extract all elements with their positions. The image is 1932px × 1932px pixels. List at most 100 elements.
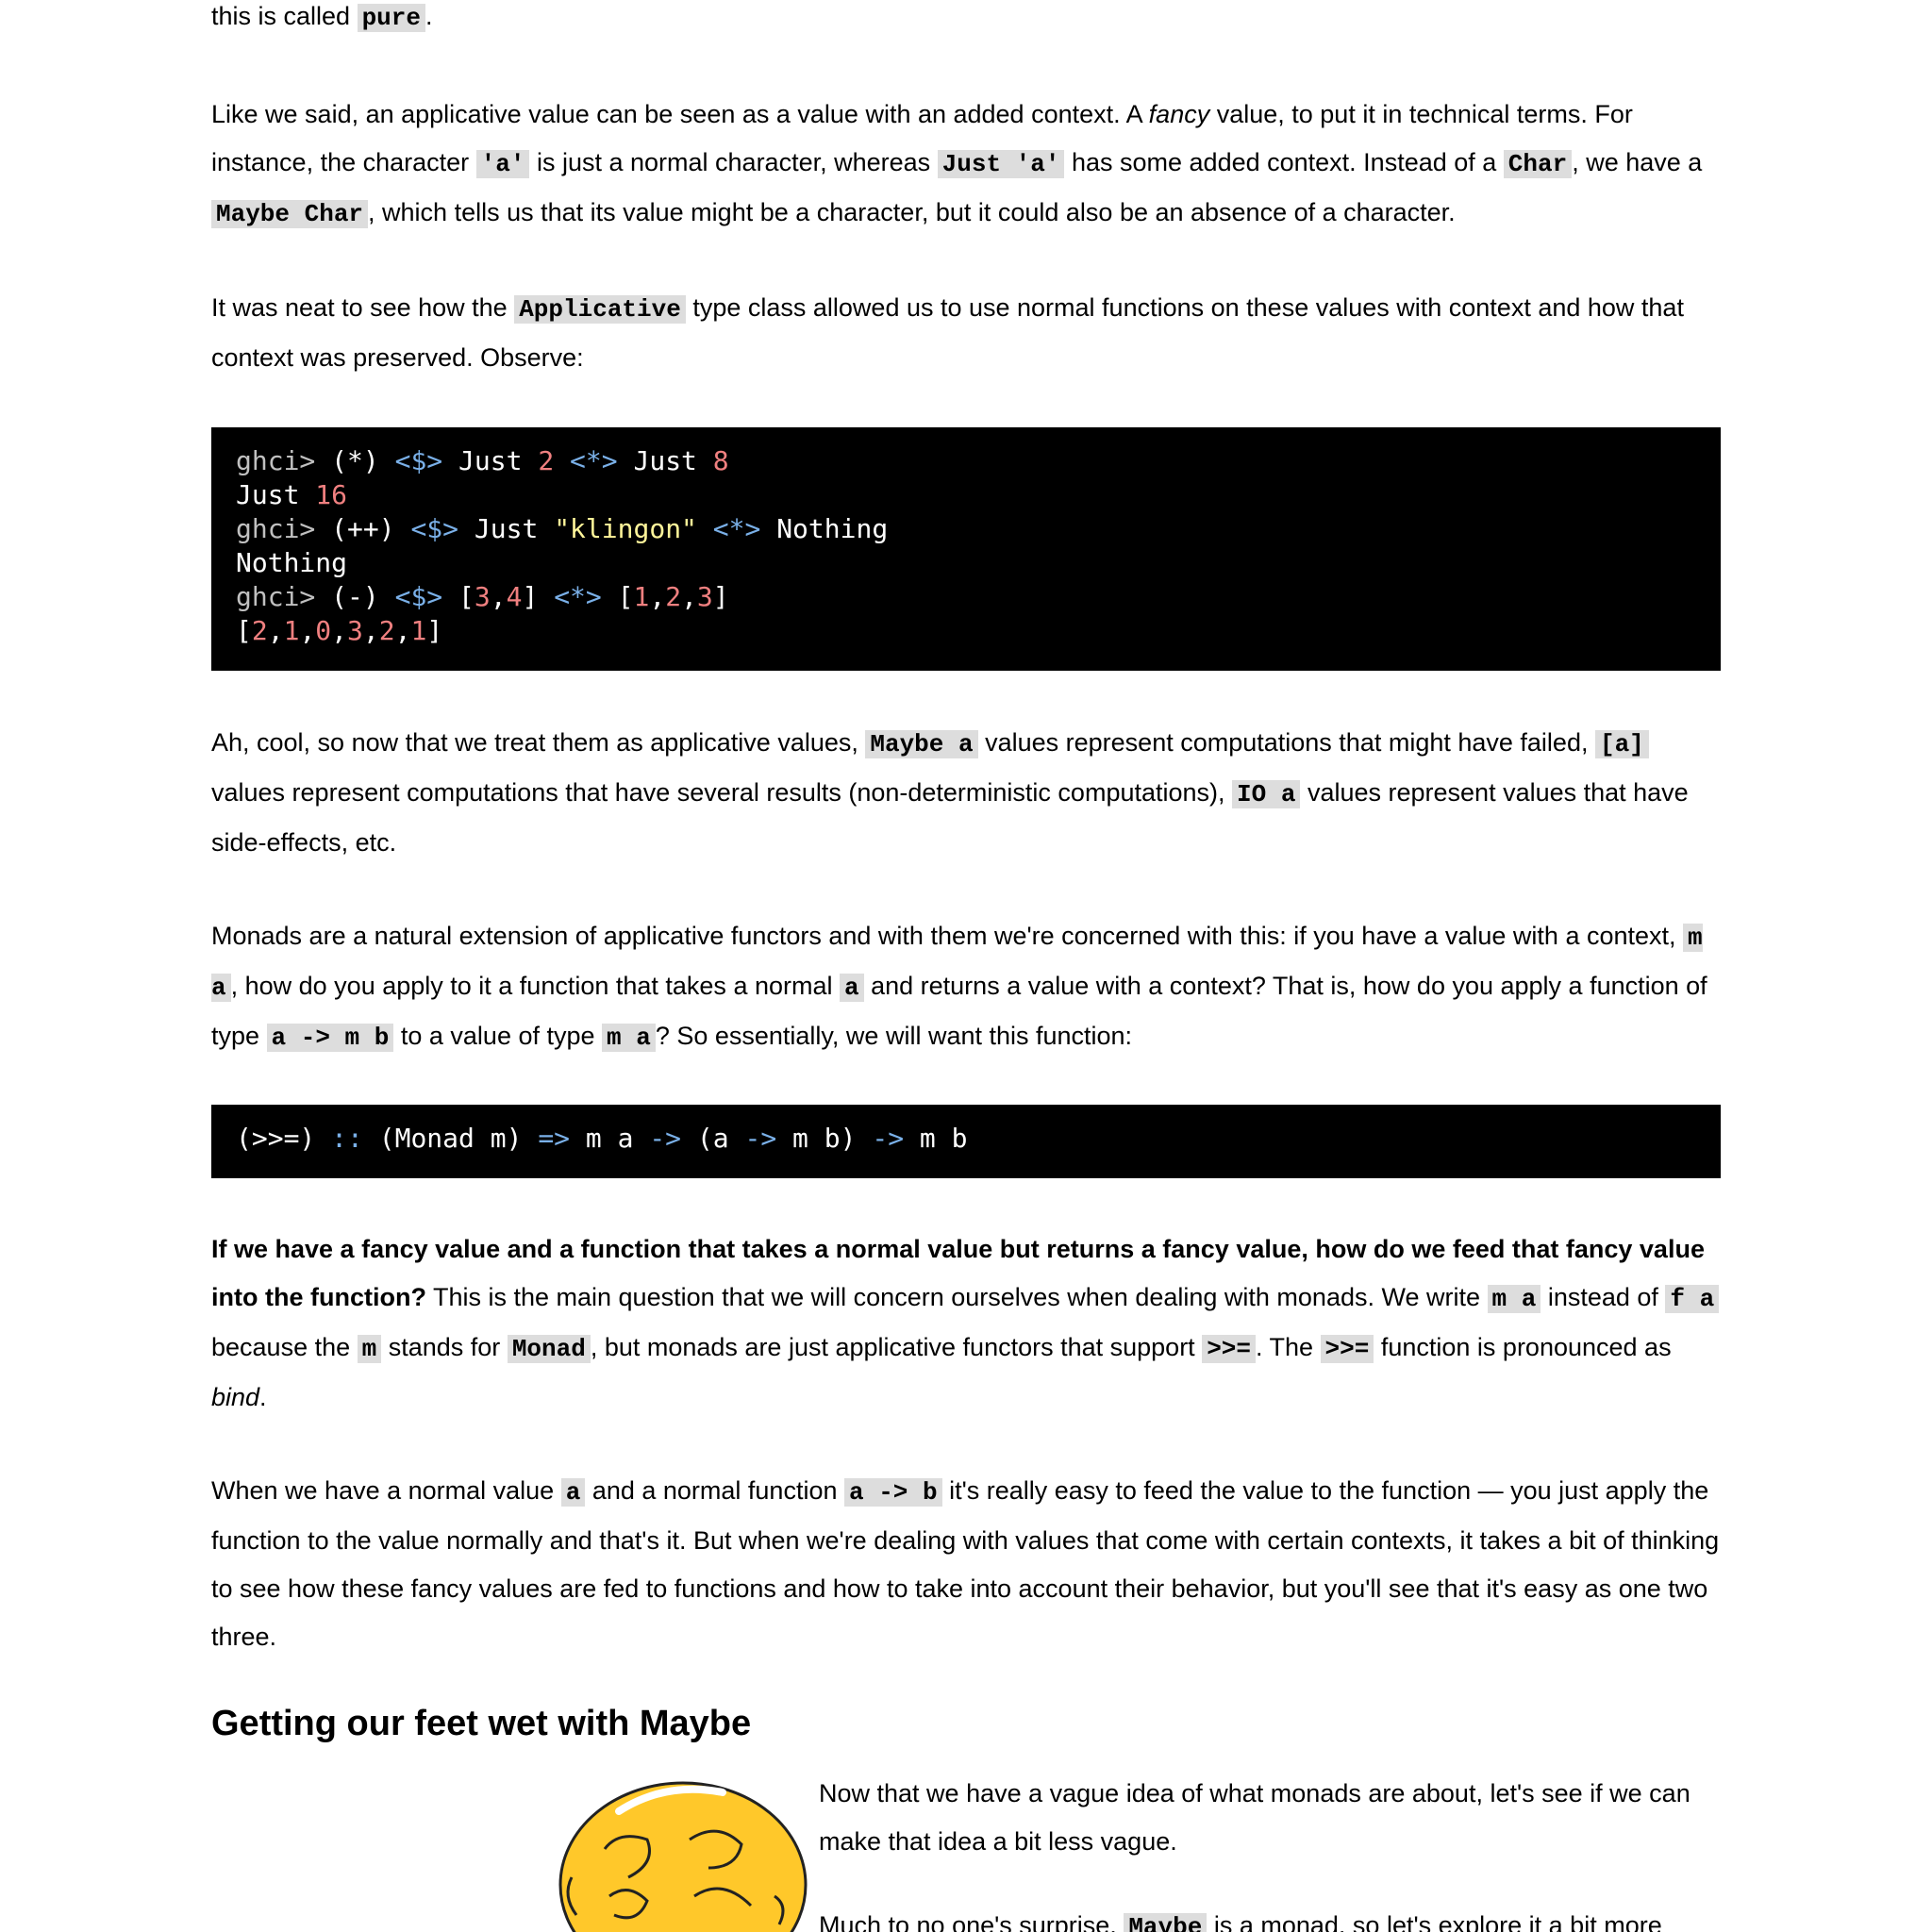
inline-code: m a <box>1487 1285 1541 1313</box>
code-number: 16 <box>315 479 348 510</box>
text: and a normal function <box>585 1476 844 1505</box>
code-token: , <box>490 581 507 612</box>
code-token: m b) <box>776 1123 873 1154</box>
text: , which tells us that its value might be… <box>368 198 1456 226</box>
text: Monads are a natural extension of applic… <box>211 922 1684 950</box>
inline-code: [a] <box>1594 730 1649 758</box>
text: stands for <box>381 1333 508 1361</box>
paragraph-vague-idea: Now that we have a vague idea of what mo… <box>819 1770 1721 1866</box>
text: , but monads are just applicative functo… <box>590 1333 1203 1361</box>
inline-code: Maybe a <box>865 730 978 758</box>
code-token: ] <box>712 581 729 612</box>
section-heading-wrap: Getting our feet wet with Maybe <box>211 1700 751 1747</box>
code-number: 0 <box>315 615 332 646</box>
maybe-cartoon-icon <box>506 1774 826 1932</box>
section-heading: Getting our feet wet with Maybe <box>211 1704 752 1743</box>
text: this is called <box>211 2 358 30</box>
text: ? So essentially, we will want this func… <box>655 1022 1133 1050</box>
text: It was neat to see how the <box>211 293 515 322</box>
code-token: [ <box>442 581 475 612</box>
text: Ah, cool, so now that we treat them as a… <box>211 728 866 757</box>
code-token: (a <box>681 1123 745 1154</box>
paragraph-applicative-values: Ah, cool, so now that we treat them as a… <box>211 719 1721 867</box>
text: function is pronounced as <box>1374 1333 1672 1361</box>
code-operator: <$> <box>410 513 459 544</box>
text: , how do you apply to it a function that… <box>230 972 840 1000</box>
code-token: m a <box>570 1123 650 1154</box>
code-number: 3 <box>347 615 363 646</box>
ghci-prompt: ghci> <box>236 581 316 612</box>
code-number: 2 <box>538 445 555 476</box>
text: Now that we have a vague idea of what mo… <box>819 1779 1690 1856</box>
code-token: , <box>331 615 348 646</box>
code-number: 2 <box>665 581 682 612</box>
text: This is the main question that we will c… <box>425 1283 1488 1311</box>
code-block-bind-signature: (>>=) :: (Monad m) => m a -> (a -> m b) … <box>211 1105 1721 1178</box>
code-operator: <*> <box>712 513 761 544</box>
code-token: m b <box>904 1123 968 1154</box>
inline-code: Applicative <box>514 295 686 324</box>
paragraph-applicative-context: Like we said, an applicative value can b… <box>211 91 1721 239</box>
code-token: Nothing <box>760 513 889 544</box>
code-token: Just <box>458 513 555 544</box>
code-token: ] <box>426 615 443 646</box>
emphasis: fancy <box>1148 100 1210 128</box>
code-number: 3 <box>474 581 491 612</box>
code-operator: -> <box>649 1123 682 1154</box>
code-token: , <box>681 581 697 612</box>
inline-code: a <box>560 1478 586 1507</box>
inline-code: m <box>357 1335 382 1363</box>
paragraph-monads-extension: Monads are a natural extension of applic… <box>211 912 1721 1062</box>
code-number: 2 <box>251 615 268 646</box>
text: . <box>425 2 433 30</box>
code-operator: <*> <box>554 581 602 612</box>
inline-code: pure <box>357 4 425 32</box>
text: is just a normal character, whereas <box>529 148 938 176</box>
paragraph-pure: this is called pure. <box>211 0 433 42</box>
inline-code: f a <box>1665 1285 1720 1313</box>
code-token: Just <box>442 445 539 476</box>
code-number: 1 <box>283 615 300 646</box>
inline-code: m a <box>602 1024 656 1052</box>
inline-code: 'a' <box>475 150 530 178</box>
code-token: (>>=) <box>236 1123 332 1154</box>
paragraph-maybe-monad: Much to no one's surprise, Maybe is a mo… <box>819 1902 1721 1932</box>
emphasis: bind <box>211 1383 260 1411</box>
code-token: Just <box>617 445 713 476</box>
text: because the <box>211 1333 358 1361</box>
inline-code: >>= <box>1320 1335 1374 1363</box>
ghci-prompt: ghci> <box>236 513 316 544</box>
inline-code: Just 'a' <box>937 150 1065 178</box>
code-number: 1 <box>410 615 427 646</box>
paragraph-normal-value: When we have a normal value a and a norm… <box>211 1467 1721 1661</box>
inline-code: Monad <box>507 1335 591 1363</box>
text: values represent computations that might… <box>977 728 1595 757</box>
code-operator: -> <box>744 1123 777 1154</box>
text: Much to no one's surprise, <box>819 1911 1124 1932</box>
code-token: ] <box>522 581 555 612</box>
code-token: (++) <box>315 513 411 544</box>
code-token: (*) <box>315 445 395 476</box>
text: Like we said, an applicative value can b… <box>211 100 1149 128</box>
inline-code: Char <box>1503 150 1573 178</box>
code-block-ghci: ghci> (*) <$> Just 2 <*> Just 8 Just 16 … <box>211 427 1721 671</box>
inline-code: Maybe <box>1124 1913 1208 1932</box>
text: . <box>259 1383 267 1411</box>
inline-code: Maybe Char <box>211 200 369 228</box>
text: has some added context. Instead of a <box>1064 148 1504 176</box>
code-token: , <box>267 615 284 646</box>
maybe-cartoon-svg <box>558 1781 808 1932</box>
code-token: , <box>299 615 316 646</box>
text: to a value of type <box>393 1022 603 1050</box>
code-operator: <*> <box>570 445 618 476</box>
code-token: , <box>649 581 666 612</box>
code-token: , <box>362 615 379 646</box>
code-token: [ <box>601 581 634 612</box>
cartoon-head <box>558 1781 808 1932</box>
text: instead of <box>1541 1283 1666 1311</box>
text: , we have a <box>1572 148 1703 176</box>
ghci-prompt: ghci> <box>236 445 316 476</box>
code-operator: :: <box>331 1123 363 1154</box>
